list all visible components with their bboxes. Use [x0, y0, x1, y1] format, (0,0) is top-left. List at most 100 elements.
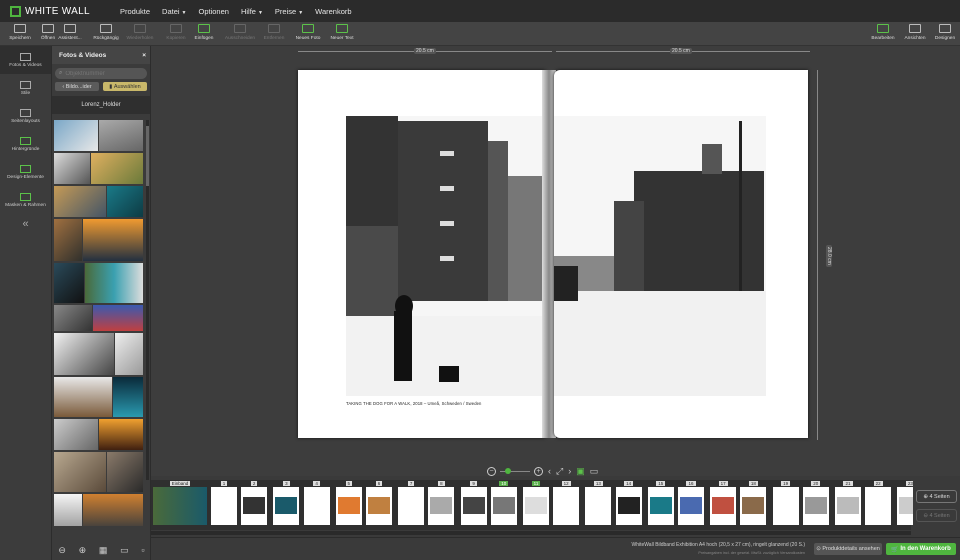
photo-thumbnail[interactable]	[54, 494, 82, 526]
photo-thumbnail[interactable]	[107, 186, 143, 217]
previous-page-icon[interactable]: ‹	[548, 466, 551, 476]
photo-thumbnail[interactable]	[107, 452, 143, 492]
photo-thumbnail[interactable]	[99, 419, 143, 450]
photo-thumbnail[interactable]	[99, 120, 143, 151]
page-thumbnail[interactable]: 18	[740, 481, 767, 527]
page-thumbnail[interactable]: 19	[772, 481, 800, 527]
page-thumbnail[interactable]: 13	[585, 481, 612, 527]
page-thumbnail[interactable]: 9	[460, 481, 488, 527]
photo-thumbnail[interactable]	[54, 333, 114, 375]
grid-view-icon[interactable]: ▦	[99, 545, 108, 556]
page-thumbnail[interactable]: 14	[615, 481, 643, 527]
page-thumbnail[interactable]: 4	[303, 481, 331, 527]
page-thumbnail[interactable]: 1	[211, 481, 238, 527]
spread-view-icon[interactable]: ▭	[590, 466, 599, 477]
page-thumbnail[interactable]: 3	[273, 481, 300, 527]
photo-thumbnail[interactable]	[54, 305, 92, 331]
page-right[interactable]	[554, 70, 808, 438]
photo-thumbnail[interactable]	[54, 419, 98, 450]
menu-label: Warenkorb	[315, 6, 352, 16]
photo-thumbnail[interactable]	[54, 186, 106, 217]
menu-datei[interactable]: Datei ▼	[162, 7, 186, 16]
menu-optionen[interactable]: Optionen	[199, 7, 229, 16]
photo-right[interactable]	[554, 116, 766, 396]
photo-thumbnail[interactable]	[85, 263, 143, 303]
photo-thumbnail[interactable]	[54, 120, 98, 151]
nav-item-2[interactable]: Seitenlayouts	[0, 102, 51, 130]
nav-item-5[interactable]: Masken & Rahmen	[0, 186, 51, 214]
cover-thumbnail[interactable]: Einband	[153, 481, 208, 527]
menu-warenkorb[interactable]: Warenkorb	[315, 7, 351, 16]
menu-hilfe[interactable]: Hilfe ▼	[241, 7, 263, 16]
toolbar-button-9[interactable]: Neues Foto	[290, 24, 326, 41]
panel-scrollbar[interactable]	[146, 120, 149, 480]
mode-button-0[interactable]: Bearbeiten	[865, 24, 901, 41]
add-pages-button[interactable]: ⊕ 4 Seiten	[916, 490, 957, 503]
close-icon[interactable]: ×	[142, 52, 146, 59]
zoom-out-icon[interactable]: ⊖	[58, 545, 66, 556]
small-view-icon[interactable]: ▫	[141, 545, 144, 555]
app-logo[interactable]: WHITE WALL	[10, 5, 106, 17]
page-thumbnail[interactable]: 5	[335, 481, 363, 527]
zoom-in-icon[interactable]: +	[534, 466, 543, 476]
page-thumbnail[interactable]: 2	[241, 481, 268, 527]
toolbar-button-8[interactable]: Entfernen	[256, 24, 292, 41]
page-thumbnail[interactable]: 15	[647, 481, 675, 527]
toolbar-button-3[interactable]: Rückgängig	[88, 24, 124, 41]
page-thumbnail[interactable]: 21	[835, 481, 862, 527]
page-thumbnail[interactable]: 12	[553, 481, 580, 527]
nav-item-4[interactable]: Design-Elemente	[0, 158, 51, 186]
zoom-out-icon[interactable]: −	[487, 466, 496, 476]
photo-thumbnail[interactable]	[54, 263, 84, 303]
menu-produkte[interactable]: Produkte	[120, 7, 150, 16]
page-thumbnail[interactable]: 8	[428, 481, 455, 527]
photo-thumbnail[interactable]	[54, 219, 82, 261]
search-input[interactable]	[65, 70, 136, 77]
remove-pages-button[interactable]: ⊖ 4 Seiten	[916, 509, 957, 522]
list-view-icon[interactable]: ▭	[120, 545, 129, 556]
select-button[interactable]: ▮ Auswählen	[103, 82, 147, 91]
filmstrip-scrollbar[interactable]	[151, 531, 911, 535]
fit-to-screen-icon[interactable]: ⤢	[556, 466, 563, 477]
back-to-folders-button[interactable]: ‹ Bildo...ider	[55, 82, 99, 91]
next-page-icon[interactable]: ›	[568, 466, 571, 476]
page-thumbnail[interactable]: 7	[398, 481, 425, 527]
page-thumbnail[interactable]: 16	[678, 481, 705, 527]
collapse-panel-icon[interactable]: «	[0, 218, 51, 230]
photo-thumbnail[interactable]	[91, 153, 143, 184]
page-thumbnail[interactable]: 10	[490, 481, 518, 527]
page-thumbnail[interactable]: 6	[366, 481, 393, 527]
photo-thumbnail[interactable]	[83, 494, 143, 526]
toolbar-button-7[interactable]: Ausschneiden	[222, 24, 258, 41]
add-to-cart-button[interactable]: 🛒 In den Warenkorb	[886, 543, 956, 555]
product-details-button[interactable]: ⊙ Produktdetails ansehen	[814, 543, 882, 555]
toolbar-button-4[interactable]: Wiederholen	[122, 24, 158, 41]
zoom-slider[interactable]	[500, 467, 530, 474]
scrollbar-thumb[interactable]	[146, 126, 149, 186]
menu-preise[interactable]: Preise ▼	[275, 7, 303, 16]
page-thumbnail[interactable]: 22	[865, 481, 892, 527]
photo-thumbnail[interactable]	[54, 452, 106, 492]
photo-thumbnail[interactable]	[93, 305, 143, 331]
page-left[interactable]: TAKING THE DOG FOR A WALK, 2018 – Umeå, …	[298, 70, 556, 438]
photo-thumbnail[interactable]	[113, 377, 143, 417]
photo-thumbnail[interactable]	[83, 219, 143, 261]
toolbar-button-2[interactable]: Assistent...	[52, 24, 88, 41]
photo-thumbnail[interactable]	[54, 153, 90, 184]
toolbar-button-6[interactable]: Einfügen	[186, 24, 222, 41]
page-thumbnail[interactable]: 20	[802, 481, 830, 527]
nav-item-3[interactable]: Hintergründe	[0, 130, 51, 158]
photobook-spread[interactable]: TAKING THE DOG FOR A WALK, 2018 – Umeå, …	[292, 70, 817, 440]
page-thumbnail[interactable]: 11	[523, 481, 550, 527]
mode-button-2[interactable]: Designen	[927, 24, 960, 41]
photo-thumbnail[interactable]	[115, 333, 143, 375]
nav-item-1[interactable]: Stile	[0, 74, 51, 102]
photo-left[interactable]	[346, 116, 556, 396]
toolbar-button-10[interactable]: Neuer Text	[324, 24, 360, 41]
lock-icon[interactable]: ▣	[576, 466, 585, 477]
zoom-slider-knob[interactable]	[505, 467, 511, 474]
nav-item-0[interactable]: Fotos & Videos	[0, 46, 51, 74]
page-thumbnail[interactable]: 17	[710, 481, 737, 527]
zoom-in-icon[interactable]: ⊕	[79, 545, 87, 556]
photo-thumbnail[interactable]	[54, 377, 112, 417]
